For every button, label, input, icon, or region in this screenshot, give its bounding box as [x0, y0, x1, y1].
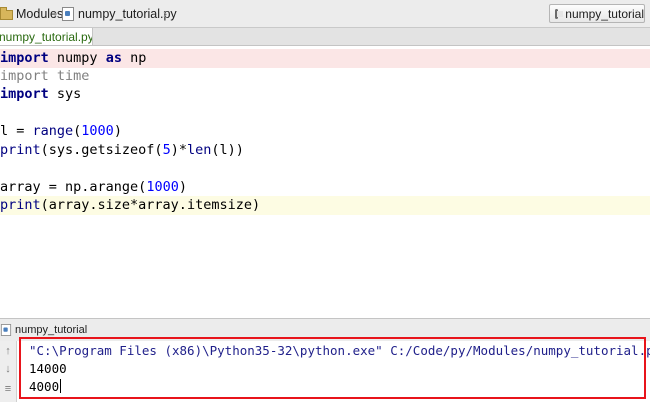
console-output-line: 14000 — [29, 361, 67, 376]
code-token: array = np.arange( — [0, 179, 147, 195]
code-token: 5 — [162, 142, 171, 158]
code-token: numpy — [48, 50, 106, 66]
up-arrow-icon[interactable]: ↑ — [2, 345, 14, 357]
text-cursor — [60, 379, 62, 393]
code-editor[interactable]: import numpy as np import time import sy… — [0, 46, 650, 308]
run-panel-title: numpy_tutorial — [15, 324, 88, 336]
console-command-line: "C:\Program Files (x86)\Python35-32\pyth… — [29, 343, 650, 358]
code-token: import — [0, 86, 49, 102]
code-token: 1000 — [81, 123, 114, 139]
code-token: import — [0, 50, 49, 66]
code-token: (array.size*array.itemsize) — [40, 197, 261, 213]
code-line[interactable]: array = np.arange(1000) — [0, 178, 650, 197]
code-token: (sys.getsizeof( — [40, 142, 163, 158]
run-configuration-label: numpy_tutorial — [565, 6, 644, 21]
code-line-current[interactable]: print(array.size*array.itemsize) — [0, 196, 650, 215]
python-file-icon — [62, 6, 74, 21]
code-token: as — [105, 50, 122, 66]
tab-label: numpy_tutorial.py — [0, 29, 93, 44]
code-line[interactable]: import sys — [0, 85, 650, 104]
code-token: (l)) — [211, 142, 244, 158]
breadcrumb-file-label: numpy_tutorial.py — [78, 6, 177, 21]
code-token: sys — [48, 86, 82, 102]
code-token: ) — [178, 179, 187, 195]
console-output[interactable]: "C:\Program Files (x86)\Python35-32\pyth… — [17, 341, 650, 402]
down-arrow-icon[interactable]: ↓ — [2, 363, 14, 375]
code-line[interactable] — [0, 104, 650, 123]
run-configuration-dropdown[interactable]: numpy_tutorial — [549, 4, 645, 23]
code-token: )* — [170, 142, 187, 158]
code-token: len — [186, 142, 212, 158]
code-token: np — [121, 50, 147, 66]
breadcrumb-separator: › — [163, 6, 168, 21]
code-token: range — [32, 123, 74, 139]
folder-icon — [0, 6, 13, 20]
python-file-icon — [0, 324, 12, 336]
run-panel-toolbar: ↑ ↓ ≡ — [0, 341, 17, 402]
console-output-line: 4000 — [29, 378, 62, 396]
breadcrumb-separator: › — [53, 6, 58, 21]
editor-tab-strip: numpy_tutorial.py × — [0, 28, 650, 46]
code-line[interactable]: import numpy as np — [0, 49, 650, 68]
tab-numpy-tutorial[interactable]: numpy_tutorial.py × — [0, 28, 93, 45]
breadcrumb-file[interactable]: numpy_tutorial.py — [62, 0, 177, 27]
code-token: ) — [113, 123, 122, 139]
code-token: 1000 — [146, 179, 179, 195]
navigation-bar: Modules › numpy_tutorial.py › numpy_tuto… — [0, 0, 650, 28]
python-run-config-icon — [555, 8, 564, 19]
console-output-text: 4000 — [29, 379, 60, 394]
code-token: print — [0, 142, 41, 158]
run-panel-header: numpy_tutorial — [0, 318, 650, 342]
code-token: l = — [0, 123, 33, 139]
code-line[interactable]: l = range(1000) — [0, 122, 650, 141]
code-token: print — [0, 197, 41, 213]
code-line[interactable]: import time — [0, 67, 650, 86]
code-line[interactable]: print(sys.getsizeof(5)*len(l)) — [0, 141, 650, 160]
code-token: import time — [0, 68, 90, 84]
code-line[interactable] — [0, 159, 650, 178]
soft-wrap-icon[interactable]: ≡ — [2, 383, 14, 395]
